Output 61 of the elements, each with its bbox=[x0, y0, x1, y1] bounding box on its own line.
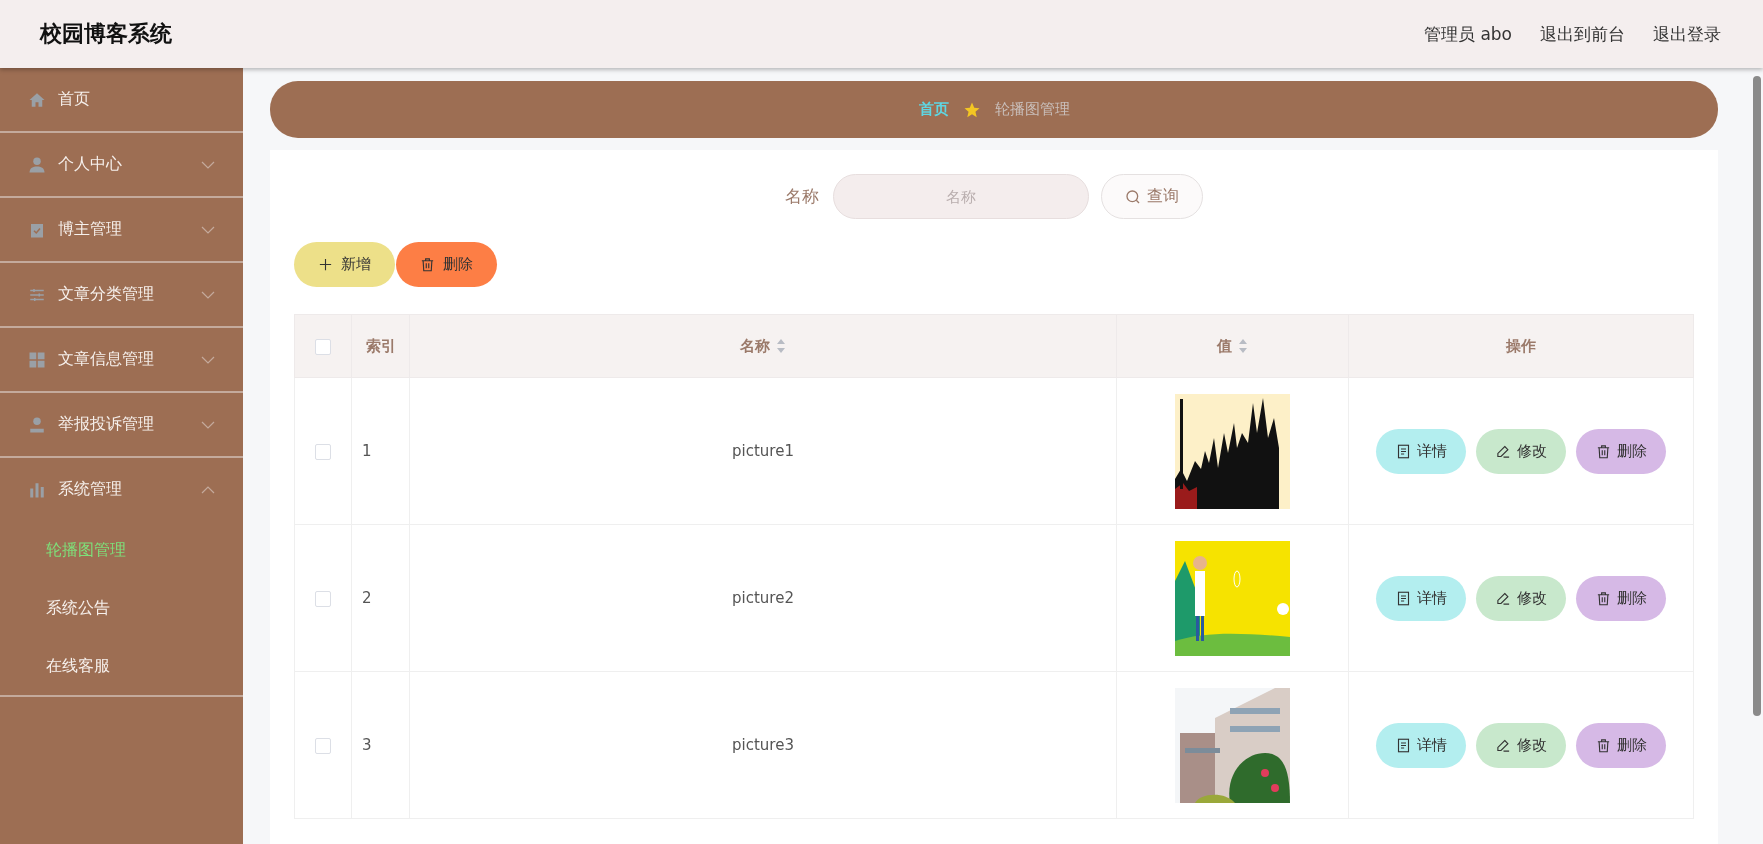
edit-button[interactable]: 修改 bbox=[1476, 428, 1566, 474]
add-button[interactable]: 新增 bbox=[294, 242, 395, 287]
column-header: 操作 bbox=[1506, 336, 1536, 356]
checkbox[interactable] bbox=[315, 590, 331, 607]
table-cell: picture3 bbox=[732, 736, 794, 754]
trash-icon bbox=[1595, 737, 1611, 753]
detail-button[interactable]: 详情 bbox=[1376, 722, 1466, 768]
column-header: 名称 bbox=[740, 336, 770, 356]
scrollbar[interactable] bbox=[1753, 76, 1761, 716]
bar-chart-icon bbox=[28, 480, 46, 499]
plus-icon bbox=[318, 257, 333, 272]
pencil-icon bbox=[1495, 590, 1511, 606]
sidebar-item[interactable]: 博主管理 bbox=[0, 198, 243, 261]
checkbox[interactable] bbox=[315, 338, 331, 355]
column-header: 值 bbox=[1217, 336, 1232, 356]
header-link[interactable]: 管理员 abo bbox=[1424, 22, 1512, 46]
delete-button[interactable]: 删除 bbox=[1576, 575, 1666, 621]
checkbox[interactable] bbox=[315, 737, 331, 754]
search-field[interactable]: 名称 bbox=[833, 174, 1089, 219]
detail-button[interactable]: 详情 bbox=[1376, 575, 1466, 621]
table-cell: 1 bbox=[362, 442, 372, 460]
edit-button[interactable]: 修改 bbox=[1476, 575, 1566, 621]
grid-icon bbox=[28, 350, 46, 369]
delete-button[interactable]: 删除 bbox=[1576, 722, 1666, 768]
edit-button[interactable]: 修改 bbox=[1476, 722, 1566, 768]
trash-icon bbox=[1595, 590, 1611, 606]
column-header: 索引 bbox=[365, 336, 396, 356]
trash-icon bbox=[1595, 443, 1611, 459]
sidebar-subitem[interactable]: 在线客服 bbox=[0, 637, 243, 695]
table-cell: picture2 bbox=[732, 589, 794, 607]
sidebar-item[interactable]: 首页 bbox=[0, 68, 243, 131]
document-icon bbox=[1395, 443, 1411, 459]
user-icon bbox=[28, 155, 46, 174]
table-cell: 2 bbox=[362, 589, 372, 607]
sidebar-item[interactable]: 文章信息管理 bbox=[0, 328, 243, 391]
checkbox[interactable] bbox=[315, 443, 331, 460]
search-button[interactable]: 查询 bbox=[1101, 174, 1203, 219]
app-title: 校园博客系统 bbox=[40, 20, 172, 48]
sort-icon[interactable] bbox=[776, 338, 786, 354]
header-link[interactable]: 退出到前台 bbox=[1540, 22, 1625, 46]
sidebar-item[interactable]: 系统管理 bbox=[0, 458, 243, 521]
table-cell: 3 bbox=[362, 736, 372, 754]
search-label: 名称 bbox=[785, 185, 819, 208]
pencil-icon bbox=[1495, 443, 1511, 459]
delete-button[interactable]: 删除 bbox=[396, 242, 497, 287]
table-cell: picture1 bbox=[732, 442, 794, 460]
delete-button[interactable]: 删除 bbox=[1576, 428, 1666, 474]
header-link[interactable]: 退出登录 bbox=[1653, 22, 1721, 46]
detail-button[interactable]: 详情 bbox=[1376, 428, 1466, 474]
sidebar-item[interactable]: 文章分类管理 bbox=[0, 263, 243, 326]
search-icon bbox=[1125, 188, 1141, 205]
sort-icon[interactable] bbox=[1238, 338, 1248, 354]
document-icon bbox=[1395, 737, 1411, 753]
breadcrumb-current: 轮播图管理 bbox=[994, 100, 1070, 119]
sidebar-subitem[interactable]: 系统公告 bbox=[0, 579, 243, 637]
stamp-icon bbox=[28, 415, 46, 434]
trash-icon bbox=[420, 257, 435, 272]
sidebar-item[interactable]: 个人中心 bbox=[0, 133, 243, 196]
pencil-icon bbox=[1495, 737, 1511, 753]
document-icon bbox=[1395, 590, 1411, 606]
sidebar-item[interactable]: 举报投诉管理 bbox=[0, 393, 243, 456]
